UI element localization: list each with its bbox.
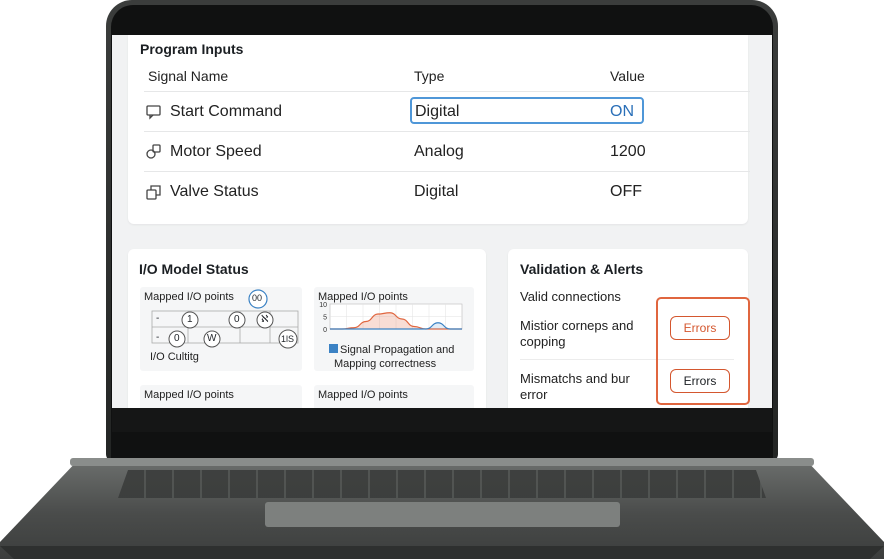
io-node-panel[interactable]: Mapped I/O points 00 - 1 0 ℵ - 0 W 1lS I…	[140, 287, 302, 371]
panel-label: Mapped I/O points	[144, 389, 234, 401]
signal-type: Digital	[415, 103, 460, 120]
y-tick-label: 0	[323, 327, 327, 334]
signal-type: Analog	[414, 143, 464, 160]
y-tick-label: 5	[323, 315, 327, 322]
signal-name: Valve Status	[170, 183, 259, 200]
signal-value: ON	[610, 103, 634, 120]
signal-type: Digital	[414, 183, 459, 200]
io-model-status-card: I/O Model Status Mapped I/O points 00 - …	[128, 249, 486, 408]
laptop-trackpad	[265, 502, 620, 527]
program-inputs-card: Program Inputs Signal Name Type Value St…	[128, 35, 750, 224]
node-label: 1lS	[281, 334, 295, 344]
program-inputs-title: Program Inputs	[140, 41, 244, 57]
validation-title: Validation & Alerts	[520, 261, 644, 277]
errors-button[interactable]: Errors	[670, 316, 730, 340]
node-label: 0	[174, 333, 180, 344]
header-value: Value	[610, 68, 645, 84]
copy-stack-icon	[146, 185, 161, 200]
chat-screen-icon	[146, 105, 161, 120]
signal-name: Start Command	[170, 103, 283, 120]
io-panel-3[interactable]: Mapped I/O points	[140, 385, 302, 408]
io-model-title: I/O Model Status	[139, 261, 249, 277]
node-label: 0	[234, 314, 240, 325]
io-panel-4[interactable]: Mapped I/O points	[314, 385, 474, 408]
node-label: W	[207, 333, 217, 344]
shapes-icon	[146, 144, 161, 159]
signal-value: 1200	[610, 143, 646, 160]
signal-chart-panel[interactable]: Mapped I/O points 10 5 0 Signal Propagatio…	[314, 287, 474, 371]
laptop-screen-bezel	[112, 408, 772, 432]
signal-value: OFF	[610, 183, 642, 200]
chart-legend: Signal Propagation and Mapping correctne…	[334, 344, 455, 370]
y-tick-label: 10	[319, 302, 327, 309]
validation-item: Valid connections	[520, 289, 621, 304]
node-label: 1	[187, 314, 193, 325]
validation-item: Mistior corneps and copping	[520, 318, 634, 349]
signal-row-motor-speed[interactable]: Motor Speed Analog 1200	[144, 131, 750, 172]
panel-label: Mapped I/O points	[318, 389, 408, 401]
node-label: ℵ	[261, 314, 269, 325]
signal-name: Motor Speed	[170, 143, 262, 160]
node-label: -	[156, 313, 160, 324]
selected-value-field[interactable]: Digital ON	[410, 97, 644, 124]
signal-row-start-command[interactable]: Start Command Digital ON	[144, 91, 750, 132]
header-type: Type	[414, 68, 445, 84]
node-badge: 00	[252, 293, 263, 303]
validation-item: Mismatchs and bur error	[520, 371, 630, 402]
validation-alerts-card: Validation & Alerts Valid connections Mi…	[508, 249, 750, 408]
signal-row-valve-status[interactable]: Valve Status Digital OFF	[144, 171, 750, 212]
laptop-keyboard	[118, 470, 766, 498]
header-signal-name: Signal Name	[148, 68, 229, 84]
app-screen: Program Inputs Signal Name Type Value St…	[112, 35, 772, 408]
errors-button[interactable]: Errors	[670, 369, 730, 393]
node-label: -	[156, 332, 160, 343]
panel-caption: I/O Cultitg	[150, 351, 199, 363]
